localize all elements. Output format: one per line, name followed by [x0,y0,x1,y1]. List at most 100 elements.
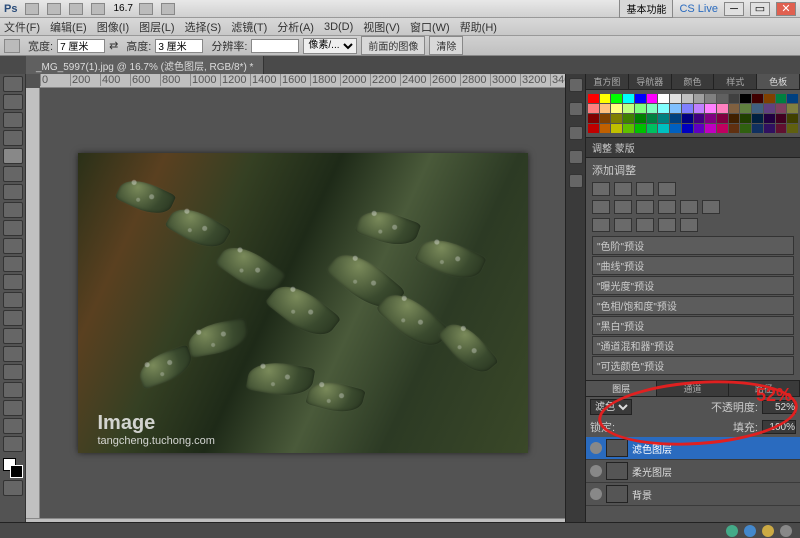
swatch-color[interactable] [740,94,751,103]
swatch-color[interactable] [752,104,763,113]
toolbar-icon[interactable] [47,3,61,15]
background-color[interactable] [10,465,23,478]
swatch-color[interactable] [588,104,599,113]
swatch-color[interactable] [658,104,669,113]
panel-icon[interactable] [569,174,583,188]
swatch-color[interactable] [611,104,622,113]
swatch-color[interactable] [764,114,775,123]
swatch-color[interactable] [670,114,681,123]
swatch-color[interactable] [682,114,693,123]
swatch-color[interactable] [647,124,658,133]
tab-paths[interactable]: 路径 [729,381,800,396]
swatch-color[interactable] [729,94,740,103]
swatch-color[interactable] [694,104,705,113]
path-tool[interactable] [3,364,23,380]
posterize-icon[interactable] [614,218,632,232]
footer-icon[interactable] [780,525,792,537]
swatch-color[interactable] [740,124,751,133]
workspace-button[interactable]: 基本功能 [619,0,673,18]
swatch-color[interactable] [600,114,611,123]
swatch-color[interactable] [729,114,740,123]
swatch-color[interactable] [658,114,669,123]
menu-view[interactable]: 视图(V) [363,19,400,35]
eyedropper-tool[interactable] [3,166,23,182]
layer-thumbnail[interactable] [606,439,628,457]
preset-exposure[interactable]: "曝光度"预设 [592,276,794,295]
lock-pixels-icon[interactable] [619,421,631,433]
swatch-color[interactable] [635,124,646,133]
tab-navigator[interactable]: 导航器 [629,74,672,89]
menu-image[interactable]: 图像(I) [97,19,129,35]
zoom-level[interactable]: 16.7 [113,3,132,14]
panel-icon[interactable] [569,126,583,140]
visibility-icon[interactable] [590,465,602,477]
swatch-color[interactable] [635,114,646,123]
footer-icon[interactable] [762,525,774,537]
swatch-color[interactable] [670,124,681,133]
swatch-color[interactable] [658,124,669,133]
swatch-color[interactable] [705,114,716,123]
resolution-unit[interactable]: 像素/... [303,38,357,54]
toolbar-icon[interactable] [69,3,83,15]
quickmask-tool[interactable] [3,480,23,496]
footer-icon[interactable] [744,525,756,537]
blur-tool[interactable] [3,292,23,308]
preset-selective[interactable]: "可选颜色"预设 [592,356,794,375]
crop-tool[interactable] [3,148,23,164]
adjust-tabs[interactable]: 调整 蒙版 [586,137,800,158]
swatch-color[interactable] [776,114,787,123]
swatch-color[interactable] [787,94,798,103]
swatch-color[interactable] [787,104,798,113]
swatch-color[interactable] [647,114,658,123]
preset-levels[interactable]: "色阶"预设 [592,236,794,255]
preset-mixer[interactable]: "通道混和器"预设 [592,336,794,355]
blend-mode-select[interactable]: 滤色 [590,399,632,415]
toolbar-icon[interactable] [25,3,39,15]
toolbar-icon[interactable] [91,3,105,15]
footer-icon[interactable] [726,525,738,537]
close-button[interactable]: ✕ [776,2,796,16]
swap-icon[interactable]: ⇄ [109,39,118,52]
swatch-color[interactable] [647,94,658,103]
panel-icon[interactable] [569,102,583,116]
eraser-tool[interactable] [3,256,23,272]
gradient-map-icon[interactable] [658,218,676,232]
zoom-tool[interactable] [3,436,23,452]
swatch-color[interactable] [670,94,681,103]
tab-histogram[interactable]: 直方图 [586,74,629,89]
3d-tool[interactable] [3,400,23,416]
menu-filter[interactable]: 滤镜(T) [231,19,267,35]
swatch-color[interactable] [705,94,716,103]
swatch-color[interactable] [776,124,787,133]
swatch-color[interactable] [705,124,716,133]
lock-position-icon[interactable] [635,421,647,433]
menu-analysis[interactable]: 分析(A) [277,19,314,35]
invert-icon[interactable] [592,218,610,232]
pen-tool[interactable] [3,328,23,344]
swatch-color[interactable] [764,94,775,103]
menu-layer[interactable]: 图层(L) [139,19,174,35]
visibility-icon[interactable] [590,442,602,454]
swatch-color[interactable] [600,124,611,133]
balance-icon[interactable] [636,200,654,214]
threshold-icon[interactable] [636,218,654,232]
swatch-color[interactable] [787,114,798,123]
menu-file[interactable]: 文件(F) [4,19,40,35]
wand-tool[interactable] [3,130,23,146]
shape-tool[interactable] [3,382,23,398]
swatch-color[interactable] [623,124,634,133]
toolbar-icon[interactable] [139,3,153,15]
clear-button[interactable]: 清除 [429,36,463,55]
height-input[interactable] [155,39,203,53]
swatch-color[interactable] [647,104,658,113]
swatch-color[interactable] [776,104,787,113]
cslive-button[interactable]: CS Live [679,3,718,15]
gradient-tool[interactable] [3,274,23,290]
preset-curves[interactable]: "曲线"预设 [592,256,794,275]
swatch-color[interactable] [600,94,611,103]
layer-row[interactable]: 背景 [586,483,800,506]
panel-icon[interactable] [569,150,583,164]
maximize-button[interactable]: ▭ [750,2,770,16]
brush-tool[interactable] [3,202,23,218]
hand-tool[interactable] [3,418,23,434]
